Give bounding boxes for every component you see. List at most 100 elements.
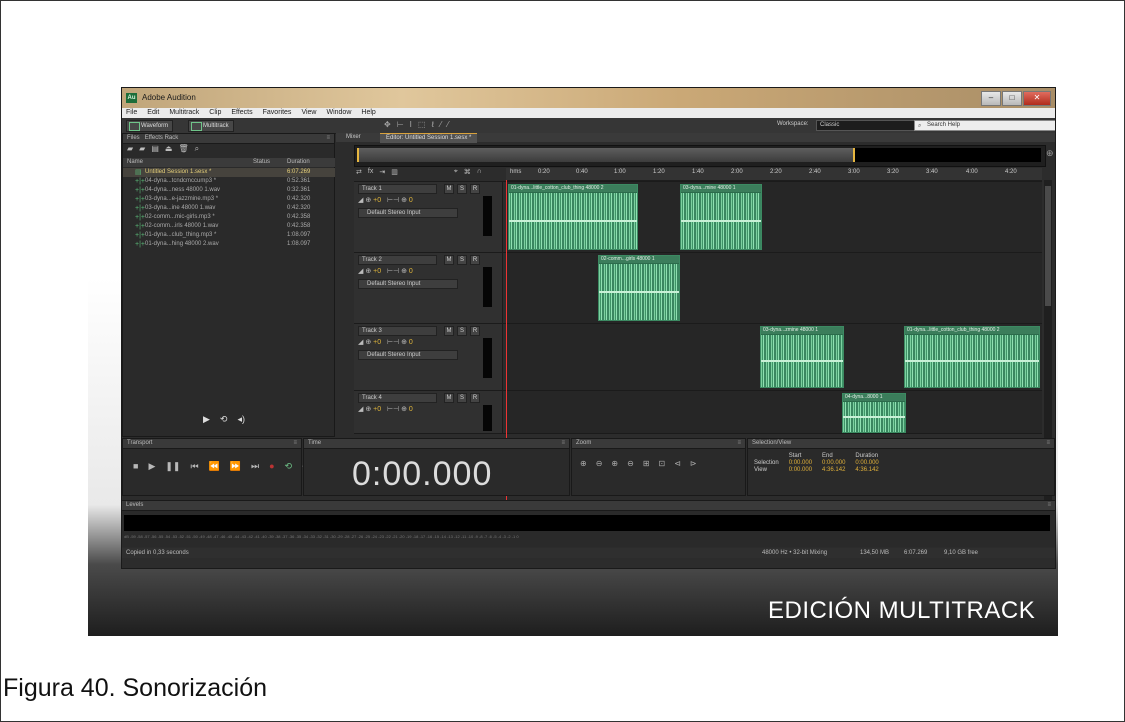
zoom-selection-icon[interactable]: ⊡ — [659, 459, 666, 468]
solo-button[interactable]: S — [457, 326, 467, 336]
razor-tool-icon[interactable]: ⊢ — [397, 120, 404, 129]
track-input-select[interactable]: Default Stereo Input — [358, 208, 458, 218]
waveform-view-button[interactable]: Waveform — [126, 120, 174, 132]
menu-edit[interactable]: Edit — [147, 108, 159, 118]
track-lane[interactable]: 03-dyna...zmine 48000 1 01-dyna...little… — [506, 324, 1042, 390]
panel-menu-icon[interactable]: ≡ — [293, 439, 297, 448]
record-button[interactable]: R — [470, 326, 480, 336]
zoom-navigator-icon[interactable]: ⊕ — [1046, 148, 1054, 159]
audio-clip[interactable]: 03-dyna...zmine 48000 1 — [760, 326, 844, 388]
solo-button[interactable]: S — [457, 393, 467, 403]
import-icon[interactable]: ▰ — [139, 144, 145, 156]
panel-menu-icon[interactable]: ≡ — [1046, 439, 1050, 448]
file-row[interactable]: +|+ 04-dyna...ness 48000 1.wav 0:32.361 — [123, 186, 335, 195]
panel-menu-icon[interactable]: ≡ — [737, 439, 741, 448]
eq-icon[interactable]: ▥ — [391, 168, 398, 180]
audio-clip[interactable]: 03-dyna...mine 48000 1 — [680, 184, 762, 250]
file-row[interactable]: +|+ 03-dyna...e-jazzmine.mp3 * 0:42.320 — [123, 195, 335, 204]
zoom-left-edge-icon[interactable]: ⊲ — [674, 459, 681, 468]
multitrack-view-button[interactable]: Multitrack — [188, 120, 234, 132]
mute-button[interactable]: M — [444, 184, 454, 194]
file-row[interactable]: +|+ 03-dyna...ine 48000 1.wav 0:42.320 — [123, 204, 335, 213]
menu-help[interactable]: Help — [361, 108, 375, 118]
fast-forward-icon[interactable]: ⏩ — [230, 461, 241, 472]
maximize-button[interactable]: □ — [1002, 91, 1022, 106]
delete-icon[interactable]: 🗑 — [178, 144, 188, 156]
insert-icon[interactable]: ⏏ — [165, 144, 173, 156]
volume-pan-controls[interactable]: ◢ ⊕ +0 ⊢⊣ ⊕ 0 — [358, 405, 413, 413]
overview-visible-range[interactable] — [357, 148, 855, 162]
audio-clip[interactable]: 01-dyna...little_cotton_club_thing 48000… — [904, 326, 1040, 388]
track-input-select[interactable]: Default Stereo Input — [358, 279, 458, 289]
menu-multitrack[interactable]: Multitrack — [169, 108, 199, 118]
stop-icon[interactable]: ■ — [133, 461, 138, 472]
view-start[interactable]: 0:00.000 — [789, 467, 822, 474]
files-search-icon[interactable]: ⌕ — [195, 144, 199, 156]
audio-clip[interactable]: 02-comm...girls 48000 1 — [598, 255, 680, 321]
search-help-input[interactable]: ⌕ Search Help — [914, 120, 1055, 131]
track-name[interactable]: Track 1 — [358, 184, 437, 194]
session-overview[interactable] — [354, 145, 1046, 167]
view-end[interactable]: 4:36.142 — [822, 467, 855, 474]
track-name[interactable]: Track 2 — [358, 255, 437, 265]
zoom-out-amplitude-icon[interactable]: ⊖ — [596, 459, 603, 468]
file-row[interactable]: +|+ 04-dyna...tcndcmccump3 * 0:52.361 — [123, 177, 335, 186]
view-duration[interactable]: 4:36.142 — [855, 467, 888, 474]
zoom-in-time-icon[interactable]: ⊕ — [611, 459, 618, 468]
loop-playback-icon[interactable]: ⟲ — [285, 461, 293, 472]
zoom-in-amplitude-icon[interactable]: ⊕ — [580, 459, 587, 468]
healing-tool-icon[interactable]: ⁄ — [447, 120, 448, 129]
track-name[interactable]: Track 3 — [358, 326, 437, 336]
volume-pan-controls[interactable]: ◢ ⊕ +0 ⊢⊣ ⊕ 0 — [358, 196, 413, 204]
selection-view-title[interactable]: Selection/View — [752, 440, 791, 446]
panel-menu-icon[interactable]: ≡ — [326, 134, 330, 143]
minimize-button[interactable]: – — [981, 91, 1001, 106]
autoplay-icon[interactable]: ◂) — [237, 414, 245, 425]
mute-all-icon[interactable]: ⌖ — [454, 168, 458, 180]
panel-menu-icon[interactable]: ≡ — [561, 439, 565, 448]
go-to-end-icon[interactable]: ⏭ — [251, 461, 259, 472]
tab-files[interactable]: Files — [127, 135, 140, 141]
pause-icon[interactable]: ❚❚ — [165, 461, 180, 472]
audio-clip[interactable]: 04-dyna...8000 1 — [842, 393, 906, 433]
menu-effects[interactable]: Effects — [231, 108, 252, 118]
file-row[interactable]: +|+ 02-comm...irls 48000 1.wav 0:42.358 — [123, 222, 335, 231]
play-preview-icon[interactable]: ▶ — [203, 414, 210, 425]
col-duration[interactable]: Duration — [287, 158, 310, 167]
track-lane[interactable]: 02-comm...girls 48000 1 — [506, 253, 1042, 323]
selection-end[interactable]: 0:00.000 — [822, 460, 855, 467]
selection-start[interactable]: 0:00.000 — [789, 460, 822, 467]
menu-view[interactable]: View — [301, 108, 316, 118]
tab-effects-rack[interactable]: Effects Rack — [145, 135, 179, 141]
solo-all-icon[interactable]: ⌘ — [464, 168, 471, 180]
file-row[interactable]: +|+ 01-dyna...hing 48000 2.wav 1:08.097 — [123, 240, 335, 249]
time-ruler[interactable]: hms 0:20 0:40 1:00 1:20 1:40 2:00 2:20 2… — [506, 168, 1042, 181]
volume-pan-controls[interactable]: ◢ ⊕ +0 ⊢⊣ ⊕ 0 — [358, 267, 413, 275]
file-row[interactable]: ▤ Untitled Session 1.sesx * 6:07.269 — [123, 168, 335, 177]
panel-menu-icon[interactable]: ≡ — [1047, 501, 1051, 510]
open-folder-icon[interactable]: ▰ — [127, 144, 133, 156]
snap-icon[interactable]: ∩ — [477, 168, 482, 180]
workspace-select[interactable]: Classic — [816, 120, 916, 131]
record-button[interactable]: R — [470, 255, 480, 265]
move-tool-icon[interactable]: ✥ — [384, 120, 391, 129]
mute-button[interactable]: M — [444, 255, 454, 265]
zoom-right-edge-icon[interactable]: ⊳ — [690, 459, 697, 468]
track-lane[interactable]: 01-dyna...little_cotton_club_thing 48000… — [506, 182, 1042, 252]
levels-title[interactable]: Levels — [126, 502, 143, 508]
go-to-start-icon[interactable]: ⏮ — [190, 461, 198, 472]
record-icon[interactable]: ● — [269, 461, 274, 472]
time-title[interactable]: Time — [308, 440, 321, 446]
play-icon[interactable]: ▶ — [148, 461, 155, 472]
rewind-icon[interactable]: ⏪ — [209, 461, 220, 472]
zoom-out-time-icon[interactable]: ⊖ — [627, 459, 634, 468]
solo-button[interactable]: S — [457, 255, 467, 265]
marquee-tool-icon[interactable]: ⬚ — [418, 120, 426, 129]
menu-window[interactable]: Window — [326, 108, 351, 118]
transport-title[interactable]: Transport — [127, 440, 152, 446]
tab-editor[interactable]: Editor: Untitled Session 1.sesx * — [380, 133, 478, 143]
tab-mixer[interactable]: Mixer — [340, 133, 367, 142]
mute-button[interactable]: M — [444, 326, 454, 336]
solo-button[interactable]: S — [457, 184, 467, 194]
volume-pan-controls[interactable]: ◢ ⊕ +0 ⊢⊣ ⊕ 0 — [358, 338, 413, 346]
